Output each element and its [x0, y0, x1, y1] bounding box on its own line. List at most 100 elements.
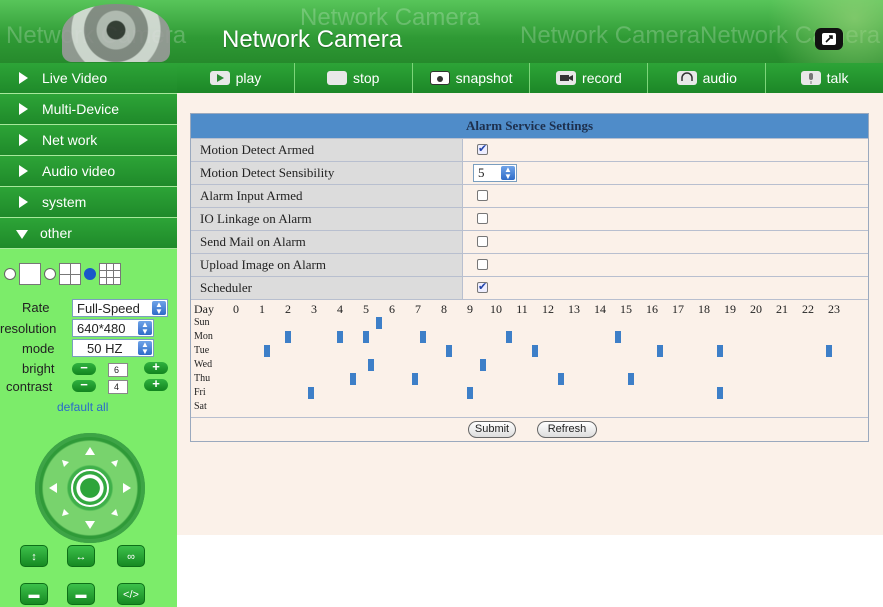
- schedule-mark[interactable]: [628, 373, 635, 385]
- header-banner: Network Camera Network Camera Network Ca…: [0, 0, 883, 63]
- layout-radio-4[interactable]: [44, 268, 56, 280]
- schedule-mark[interactable]: [825, 345, 832, 357]
- bright-value: 6: [108, 363, 128, 377]
- upload-image-checkbox[interactable]: [477, 259, 488, 270]
- rate-label: Rate: [22, 300, 50, 315]
- play-icon: [209, 71, 230, 85]
- schedule-mark[interactable]: [716, 387, 723, 399]
- camera-icon: [429, 71, 450, 85]
- contrast-label: contrast: [6, 379, 53, 394]
- sidebar: Live Video Multi-Device Net work Audio v…: [0, 63, 177, 607]
- schedule-mark[interactable]: [558, 373, 564, 385]
- layout-radio-1[interactable]: [4, 268, 16, 280]
- refresh-button[interactable]: Refresh: [537, 421, 597, 438]
- bright-decrease-button[interactable]: −: [72, 361, 96, 375]
- snapshot-button[interactable]: snapshot: [413, 63, 531, 93]
- sidebar-item-multi-device[interactable]: Multi-Device: [0, 94, 177, 125]
- schedule-mark[interactable]: [264, 345, 271, 357]
- main-content: Alarm Service Settings Motion Detect Arm…: [177, 93, 883, 535]
- schedule-mark[interactable]: [285, 331, 291, 343]
- talk-label: talk: [826, 70, 849, 86]
- schedule-mark[interactable]: [656, 345, 663, 357]
- select-arrows-icon: ▲ ▼: [152, 301, 166, 316]
- fullscreen-button[interactable]: [815, 28, 843, 50]
- scheduler-grid[interactable]: Day 0 1 2 3 4 5 6 7 8 9 10 11 12 13 14 15 16 17 18 19 20 21 22…: [191, 299, 868, 417]
- hour-label: 10: [490, 302, 502, 316]
- day-label: Tue: [194, 345, 210, 356]
- audio-label: audio: [702, 70, 737, 86]
- mode-select[interactable]: 50 HZ ▲ ▼: [72, 339, 154, 357]
- sidebar-item-other[interactable]: other: [0, 218, 177, 249]
- hour-label: 17: [672, 302, 684, 316]
- day-label: Thu: [194, 373, 211, 384]
- sensibility-select[interactable]: 5 ▲ ▼: [473, 164, 517, 182]
- fullscreen-icon: [822, 33, 836, 45]
- single-view-icon: [19, 263, 41, 285]
- microphone-icon: [800, 71, 821, 85]
- submit-button[interactable]: Submit: [468, 421, 516, 438]
- play-button[interactable]: play: [177, 63, 295, 93]
- bright-increase-button[interactable]: +: [144, 360, 168, 374]
- alarm-input-armed-checkbox[interactable]: [477, 190, 488, 201]
- schedule-mark[interactable]: [716, 345, 723, 357]
- layout-radio-9[interactable]: [84, 268, 96, 280]
- schedule-mark[interactable]: [532, 345, 538, 357]
- schedule-mark[interactable]: [376, 317, 382, 329]
- contrast-decrease-button[interactable]: −: [72, 378, 96, 392]
- scheduler-checkbox[interactable]: [477, 280, 488, 293]
- sidebar-item-system[interactable]: system: [0, 187, 177, 218]
- talk-button[interactable]: talk: [766, 63, 883, 93]
- schedule-mark[interactable]: [308, 387, 315, 399]
- record-button[interactable]: record: [530, 63, 649, 93]
- hour-label: 8: [441, 302, 447, 316]
- contrast-increase-button[interactable]: +: [144, 377, 168, 391]
- vertical-arrows-icon: ↕: [31, 551, 37, 563]
- schedule-mark[interactable]: [412, 373, 419, 385]
- rate-select[interactable]: Full-Speed ▲ ▼: [72, 299, 168, 317]
- schedule-mark[interactable]: [615, 331, 622, 343]
- audio-button[interactable]: audio: [648, 63, 767, 93]
- select-arrows-icon: ▲ ▼: [138, 341, 152, 356]
- schedule-mark[interactable]: [363, 331, 369, 343]
- schedule-mark[interactable]: [446, 345, 453, 357]
- resolution-select[interactable]: 640*480 ▲ ▼: [72, 319, 154, 337]
- hour-label: 15: [620, 302, 632, 316]
- snapshot-label: snapshot: [455, 70, 513, 86]
- vertical-patrol-button[interactable]: ↕: [20, 545, 48, 567]
- patrol-loop-button[interactable]: ∞: [117, 545, 145, 567]
- schedule-mark[interactable]: [420, 331, 427, 343]
- arrow-right-icon: [19, 134, 28, 146]
- video-toolbar: play stop snapshot record audio talk: [177, 63, 883, 93]
- setting-label: Scheduler: [191, 277, 463, 299]
- sidebar-item-label: system: [42, 194, 87, 210]
- sidebar-item-audio-video[interactable]: Audio video: [0, 156, 177, 187]
- stop-patrol-button[interactable]: ▬: [20, 583, 48, 605]
- schedule-mark[interactable]: [368, 359, 375, 371]
- schedule-mark[interactable]: [480, 359, 486, 371]
- hour-label: 0: [233, 302, 239, 316]
- stop-horizontal-button[interactable]: ▬: [67, 583, 95, 605]
- ptz-control-pad[interactable]: [35, 433, 145, 543]
- stop-button[interactable]: stop: [295, 63, 413, 93]
- hour-label: 23: [828, 302, 840, 316]
- setting-row-send-mail: Send Mail on Alarm: [191, 230, 868, 253]
- schedule-mark[interactable]: [506, 331, 512, 343]
- default-all-link[interactable]: default all: [57, 400, 108, 414]
- motion-detect-armed-checkbox[interactable]: [477, 142, 488, 155]
- schedule-mark[interactable]: [467, 387, 473, 399]
- square-icon: ▬: [28, 589, 40, 601]
- day-label: Fri: [194, 387, 206, 398]
- schedule-mark[interactable]: [337, 331, 343, 343]
- schedule-mark[interactable]: [350, 373, 356, 385]
- sidebar-item-live-video[interactable]: Live Video: [0, 63, 177, 94]
- io-switch-button[interactable]: </>: [117, 583, 145, 605]
- sidebar-item-network[interactable]: Net work: [0, 125, 177, 156]
- send-mail-checkbox[interactable]: [477, 236, 488, 247]
- io-linkage-checkbox[interactable]: [477, 213, 488, 224]
- sidebar-item-label: Multi-Device: [42, 101, 120, 117]
- ptz-center-button[interactable]: [71, 469, 109, 507]
- alarm-settings-panel: Alarm Service Settings Motion Detect Arm…: [190, 113, 869, 442]
- hour-label: 11: [516, 302, 528, 316]
- infinity-icon: ∞: [127, 551, 135, 563]
- horizontal-patrol-button[interactable]: ↔: [67, 545, 95, 567]
